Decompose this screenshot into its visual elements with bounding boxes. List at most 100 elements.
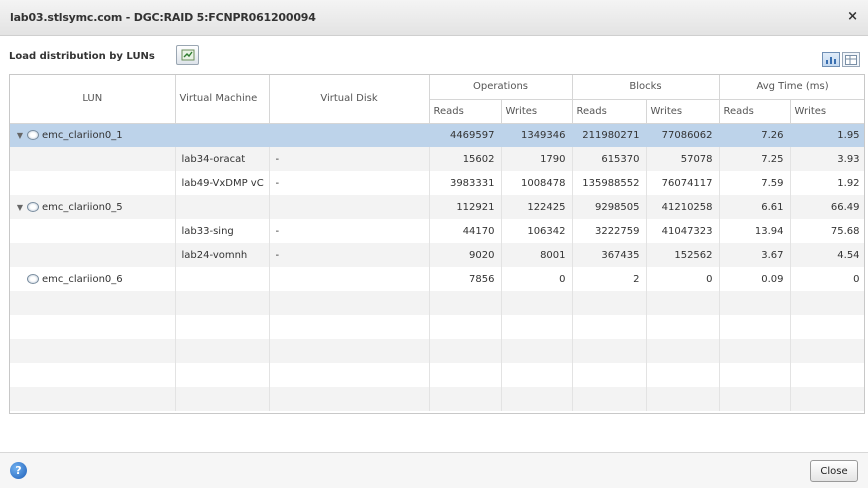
op-writes-cell: 106342: [501, 219, 573, 243]
table-row[interactable]: emc_clariion0_6 7856 0 2 0 0.09 0: [10, 267, 864, 291]
col-header-lun[interactable]: LUN: [10, 75, 176, 124]
empty-cell: [269, 291, 430, 315]
empty-cell: [10, 387, 176, 411]
empty-cell: [790, 387, 864, 411]
col-header-vm[interactable]: Virtual Machine: [175, 75, 270, 124]
empty-cell: [572, 363, 647, 387]
col-header-vdisk[interactable]: Virtual Disk: [269, 75, 430, 124]
lun-cell: [10, 171, 176, 195]
op-writes-cell: 0: [501, 267, 573, 291]
empty-cell: [501, 291, 573, 315]
at-reads-cell: 13.94: [719, 219, 791, 243]
refresh-button[interactable]: [176, 45, 199, 65]
table-row[interactable]: ▼ emc_clariion0_1 4469597 1349346 211980271 7…: [10, 123, 864, 147]
table-row[interactable]: ▼ emc_clariion0_5 112921 122425 9298505 41210…: [10, 195, 864, 219]
tree-expand-icon[interactable]: ▼: [16, 131, 24, 140]
col-header-at-writes[interactable]: Writes: [790, 99, 864, 124]
bl-writes-cell: 152562: [646, 243, 720, 267]
lun-cell: [10, 219, 176, 243]
at-reads-cell: 7.26: [719, 123, 791, 147]
col-group-avg-time: Avg Time (ms): [719, 75, 864, 100]
at-writes-cell: 66.49: [790, 195, 864, 219]
empty-cell: [646, 339, 720, 363]
tree-expand-icon[interactable]: ▼: [16, 203, 24, 212]
empty-cell: [501, 339, 573, 363]
load-distribution-dialog: lab03.stlsymc.com - DGC:RAID 5:FCNPR0612…: [0, 0, 868, 488]
empty-cell: [269, 387, 430, 411]
disk-icon: [27, 274, 39, 284]
empty-cell: [269, 339, 430, 363]
empty-cell: [175, 291, 270, 315]
lun-cell: [10, 243, 176, 267]
bl-reads-cell: 9298505: [572, 195, 647, 219]
at-reads-cell: 6.61: [719, 195, 791, 219]
lun-name: emc_clariion0_5: [42, 201, 123, 213]
vm-cell: [175, 267, 270, 291]
empty-row: [10, 315, 864, 339]
vdisk-cell: [269, 195, 430, 219]
op-writes-cell: 8001: [501, 243, 573, 267]
lun-cell: ▼ emc_clariion0_5: [10, 195, 176, 219]
vdisk-cell: [269, 267, 430, 291]
empty-cell: [572, 315, 647, 339]
table-row[interactable]: lab34-oracat -15602 1790 615370 57078 7.25 3.9…: [10, 147, 864, 171]
vm-cell: [175, 123, 270, 147]
chart-view-button[interactable]: [822, 52, 840, 67]
vm-cell: lab33-sing: [175, 219, 270, 243]
lun-cell: ▼ emc_clariion0_1: [10, 123, 176, 147]
help-icon[interactable]: ?: [10, 462, 27, 479]
col-header-op-writes[interactable]: Writes: [501, 99, 573, 124]
bl-writes-cell: 41047323: [646, 219, 720, 243]
dialog-footer: ? Close: [0, 452, 868, 488]
lun-name: emc_clariion0_1: [42, 129, 123, 141]
op-writes-cell: 122425: [501, 195, 573, 219]
empty-row: [10, 339, 864, 363]
op-writes-cell: 1790: [501, 147, 573, 171]
at-reads-cell: 0.09: [719, 267, 791, 291]
close-button[interactable]: Close: [810, 460, 858, 482]
bl-writes-cell: 0: [646, 267, 720, 291]
empty-cell: [429, 291, 502, 315]
empty-cell: [429, 315, 502, 339]
empty-cell: [175, 315, 270, 339]
at-writes-cell: 1.92: [790, 171, 864, 195]
empty-cell: [646, 363, 720, 387]
empty-cell: [646, 291, 720, 315]
empty-cell: [429, 387, 502, 411]
op-writes-cell: 1008478: [501, 171, 573, 195]
col-header-at-reads[interactable]: Reads: [719, 99, 791, 124]
refresh-icon: [181, 49, 194, 61]
table-body: ▼ emc_clariion0_1 4469597 1349346 211980271 7…: [10, 123, 864, 411]
table-view-button[interactable]: [842, 52, 860, 67]
empty-row: [10, 363, 864, 387]
view-toggle: [822, 52, 860, 67]
table-row[interactable]: lab24-vomnh -9020 8001 367435 152562 3.67 4.54: [10, 243, 864, 267]
lun-cell: emc_clariion0_6: [10, 267, 176, 291]
empty-cell: [429, 339, 502, 363]
empty-cell: [10, 339, 176, 363]
at-writes-cell: 1.95: [790, 123, 864, 147]
empty-cell: [790, 291, 864, 315]
col-header-bl-reads[interactable]: Reads: [572, 99, 647, 124]
chart-view-icon: [826, 56, 836, 64]
close-icon[interactable]: ×: [847, 9, 858, 24]
section-title: Load distribution by LUNs: [9, 51, 155, 62]
table-row[interactable]: lab33-sing -44170 106342 3222759 41047323 13.…: [10, 219, 864, 243]
bl-reads-cell: 3222759: [572, 219, 647, 243]
table-row[interactable]: lab49-VxDMP vC -3983331 1008478 135988552 76…: [10, 171, 864, 195]
op-reads-cell: 7856: [429, 267, 502, 291]
vdisk-cell: -: [269, 219, 430, 243]
col-header-op-reads[interactable]: Reads: [429, 99, 502, 124]
col-header-bl-writes[interactable]: Writes: [646, 99, 720, 124]
empty-cell: [175, 339, 270, 363]
empty-cell: [719, 291, 791, 315]
op-reads-cell: 112921: [429, 195, 502, 219]
vdisk-cell: [269, 123, 430, 147]
empty-cell: [719, 387, 791, 411]
empty-cell: [501, 315, 573, 339]
bl-reads-cell: 615370: [572, 147, 647, 171]
empty-cell: [501, 387, 573, 411]
empty-cell: [429, 363, 502, 387]
empty-cell: [572, 291, 647, 315]
col-group-operations: Operations: [429, 75, 573, 100]
